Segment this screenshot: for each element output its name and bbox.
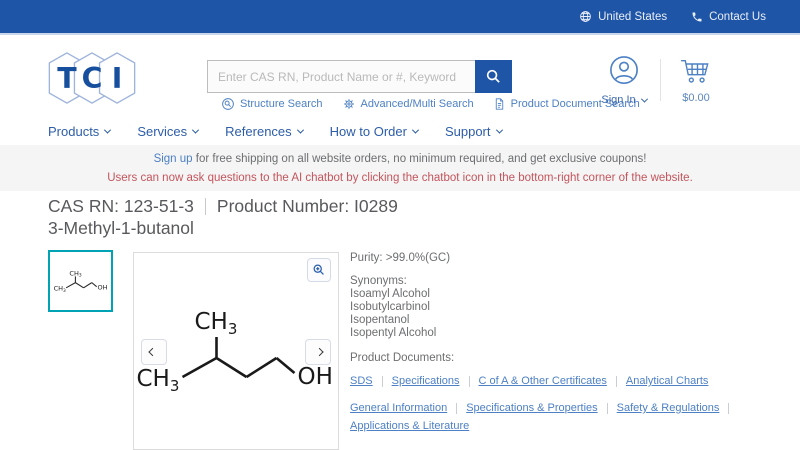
structure-search-icon — [222, 98, 234, 110]
link-separator — [728, 402, 730, 414]
svg-text:CH3: CH3 — [195, 309, 238, 338]
document-links-row: SDS Specifications C of A & Other Certif… — [350, 374, 742, 388]
contact-us-link[interactable]: Contact Us — [691, 11, 766, 23]
specifications-properties-link[interactable]: Specifications & Properties — [466, 401, 597, 415]
header-divider — [660, 59, 661, 101]
shipping-promo-line: Sign up for free shipping on all website… — [0, 153, 800, 165]
certificates-link[interactable]: C of A & Other Certificates — [479, 374, 607, 388]
svg-text:CH3: CH3 — [69, 269, 81, 278]
sign-in[interactable]: Sign In — [597, 55, 651, 108]
structure-viewer: CH3 CH3 OH — [133, 252, 339, 450]
svg-text:OH: OH — [298, 364, 333, 390]
topbar: United States Contact Us — [0, 0, 800, 35]
purity: Purity: >99.0%(GC) — [350, 252, 451, 264]
header: T C I Structure Search — [0, 35, 800, 117]
product-title-row: CAS RN: 123-51-3 Product Number: I0289 — [48, 196, 398, 217]
chevron-down-icon — [104, 126, 112, 134]
cart[interactable]: $0.00 — [667, 57, 725, 104]
synonym: Isobutylcarbinol — [350, 301, 430, 313]
search-bar — [207, 60, 512, 93]
chevron-down-icon — [640, 95, 648, 103]
nav-item-services[interactable]: Services — [137, 123, 200, 139]
nav-label: Services — [137, 123, 188, 139]
tci-logo[interactable]: T C I — [46, 50, 138, 111]
user-icon — [610, 56, 638, 84]
nav-item-references[interactable]: References — [225, 123, 304, 139]
chevron-down-icon — [495, 126, 503, 134]
sign-up-link[interactable]: Sign up — [154, 153, 193, 165]
advanced-search-label: Advanced/Multi Search — [360, 98, 474, 110]
previous-image-button[interactable] — [141, 339, 167, 365]
nav-item-how-to-order[interactable]: How to Order — [329, 123, 420, 139]
nav-label: Support — [444, 123, 491, 139]
search-input[interactable] — [207, 60, 475, 93]
link-separator — [606, 402, 608, 414]
chevron-down-icon — [296, 126, 304, 134]
structure-search-link[interactable]: Structure Search — [221, 97, 323, 111]
nav-item-products[interactable]: Products — [48, 123, 112, 139]
chevron-down-icon — [192, 126, 200, 134]
advanced-search-link[interactable]: Advanced/Multi Search — [342, 97, 474, 111]
phone-icon — [692, 12, 702, 21]
svg-text:CH3: CH3 — [137, 366, 180, 395]
safety-regulations-link[interactable]: Safety & Regulations — [617, 401, 720, 415]
title-divider — [204, 198, 206, 215]
zoom-image-button[interactable] — [307, 258, 331, 282]
nav-item-support[interactable]: Support — [444, 123, 503, 139]
synonym: Isopentanol — [350, 314, 410, 326]
chevron-right-icon — [315, 347, 324, 357]
structure-thumbnail[interactable]: CH3 CH3 OH — [48, 250, 113, 312]
product-details: Purity: >99.0%(GC) Synonyms: Isoamyl Alc… — [350, 252, 742, 450]
structure-search-label: Structure Search — [240, 98, 323, 110]
search-button[interactable] — [475, 60, 512, 93]
product-name: 3-Methyl-1-butanol — [48, 218, 194, 238]
region-selector[interactable]: United States — [579, 10, 667, 23]
applications-literature-link[interactable]: Applications & Literature — [350, 419, 469, 433]
product-content: CAS RN: 123-51-3 Product Number: I0289 3… — [0, 191, 800, 450]
cas-rn: CAS RN: 123-51-3 — [48, 196, 194, 216]
product-number: Product Number: I0289 — [216, 196, 398, 216]
logo-letter-t: T — [57, 62, 77, 95]
nav-label: Products — [48, 123, 100, 139]
globe-icon — [580, 11, 591, 22]
svg-text:OH: OH — [97, 284, 107, 292]
synonym: Isopentyl Alcohol — [350, 327, 437, 339]
link-separator — [615, 375, 617, 387]
synonyms-title: Synonyms: — [350, 275, 407, 287]
logo-letter-i: I — [112, 62, 123, 95]
contact-us-label: Contact Us — [709, 10, 766, 23]
shipping-promo-text: for free shipping on all website orders,… — [192, 153, 647, 165]
specifications-link[interactable]: Specifications — [392, 374, 460, 388]
cart-icon — [681, 60, 709, 83]
link-separator — [456, 402, 458, 414]
nav-label: References — [225, 123, 292, 139]
general-information-link[interactable]: General Information — [350, 401, 447, 415]
info-links-row: General Information Specifications & Pro… — [350, 401, 732, 433]
promo-banner: Sign up for free shipping on all website… — [0, 145, 800, 191]
region-label: United States — [598, 10, 668, 23]
main-nav: Products Services References How to Orde… — [0, 117, 800, 145]
chevron-left-icon — [148, 347, 157, 357]
analytical-charts-link[interactable]: Analytical Charts — [626, 374, 709, 388]
gear-icon — [343, 99, 354, 109]
document-icon — [495, 98, 503, 110]
sign-in-label: Sign In — [601, 94, 636, 106]
chatbot-notice: Users can now ask questions to the AI ch… — [107, 172, 693, 184]
product-documents-title: Product Documents: — [350, 352, 455, 364]
link-separator — [468, 375, 470, 387]
svg-text:CH3: CH3 — [53, 285, 65, 294]
search-icon — [486, 69, 500, 83]
chevron-down-icon — [411, 126, 420, 134]
cart-amount: $0.00 — [682, 92, 710, 104]
zoom-in-icon — [313, 264, 324, 275]
nav-label: How to Order — [329, 123, 407, 139]
structure-thumbnail-image: CH3 CH3 OH — [53, 269, 107, 294]
next-image-button[interactable] — [305, 339, 331, 365]
quick-search-links: Structure Search Advanced/Multi Search P… — [221, 97, 640, 111]
tci-product-page: United States Contact Us T C I Enter CAS… — [0, 0, 800, 450]
logo-letter-c: C — [82, 62, 103, 95]
sds-link[interactable]: SDS — [350, 374, 373, 388]
link-separator — [381, 375, 383, 387]
synonym: Isoamyl Alcohol — [350, 288, 430, 300]
